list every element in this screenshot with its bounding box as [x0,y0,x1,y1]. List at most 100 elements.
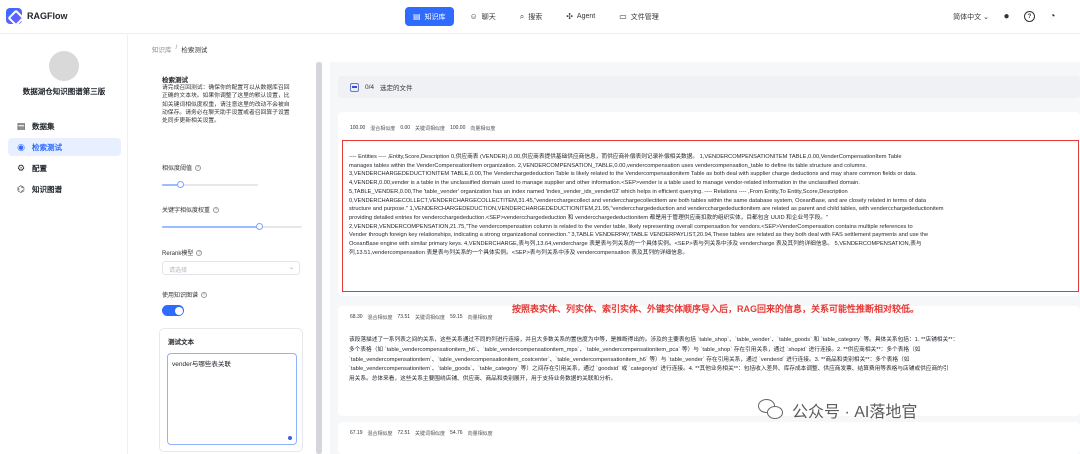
select-all-checkbox[interactable] [350,82,359,92]
user-settings-icon[interactable]: ◔ [1047,11,1058,22]
vector-score: 100.00 [450,125,466,131]
hybrid-score-label: 混合相似度 [370,126,396,132]
retrieval-test-icon: ◉ [17,141,25,152]
question-icon[interactable]: ? [201,291,208,298]
chevron-down-icon: ⌄ [288,265,294,271]
hybrid-score: 67.19 [350,430,363,436]
hybrid-score: 68.30 [350,314,363,320]
keyword-weight-label: 关键字相似度权重 ? [162,205,220,214]
breadcrumb-separator: / [175,44,178,51]
keyword-weight-slider[interactable] [162,222,302,232]
rerank-model-label: Rerank模型 ? [162,248,203,257]
vector-score-label: 向量相似度 [467,315,493,321]
nav-label: Agent [576,13,596,20]
sidebar-item-config[interactable]: ⚙ 配置 [8,159,121,177]
chat-icon: ☺ [469,12,478,21]
selected-files-label: 选定的文件 [380,85,413,92]
github-icon[interactable]: ● [1001,11,1012,22]
slider-handle[interactable] [177,181,184,188]
kb-name: 数据湖仓知识图谱第三版 [22,87,106,96]
sidebar-item-label: 检索测试 [32,142,62,152]
field-label-text: 关键字相似度权重 [162,208,211,214]
kb-sidebar: 数据湖仓知识图谱第三版 ▤ 数据集 ◉ 检索测试 ⚙ 配置 ⌬ 知识图谱 [0,35,128,454]
question-icon[interactable]: ? [213,206,220,213]
help-icon[interactable]: ? [1024,11,1035,22]
use-kg-toggle[interactable] [162,305,184,316]
chunk-line: 多个表格（如 `table_vendercompensationitem_h6`… [349,346,921,353]
nav-label: 文件管理 [630,13,659,21]
app-name: RAGFlow [27,11,68,21]
chunk-scores: 67.19 混合相似度 72.51 关键词相似度 54.76 向量相似度 [350,430,493,437]
chunk-card[interactable]: 68.30 混合相似度 73.51 关键词相似度 59.15 向量相似度 该段落… [338,306,1080,416]
knowledge-graph-icon: ⌬ [17,183,25,194]
similarity-threshold-slider[interactable] [162,180,258,190]
keyword-score: 0.00 [400,125,411,131]
breadcrumb-current: 检索测试 [181,47,208,54]
vector-score: 54.76 [450,430,463,436]
annotation-text: 按照表实体、列实体、索引实体、外键实体顺序导入后，RAG回来的信息，关系可能性推… [512,304,920,314]
language-label: 简体中文 [953,13,982,21]
question-icon[interactable]: ? [196,249,203,256]
nav-file-management[interactable]: ▭ 文件管理 [611,7,667,26]
breadcrumb: 知识库 / 检索测试 [152,44,207,54]
select-placeholder: 请选择 [169,268,188,274]
scrollbar-thumb[interactable] [316,62,322,454]
keyword-score-label: 关键词相似度 [415,315,446,321]
test-text-input[interactable]: vender与哪些表关联 [167,353,297,445]
sidebar-item-retrieval-test[interactable]: ◉ 检索测试 [8,138,121,156]
slider-handle[interactable] [256,223,263,230]
top-nav-bar: RAGFlow ▤ 知识库 ☺ 聊天 ⌕ 搜索 ✣ Agent ▭ 文件管理 简… [0,0,1080,34]
nav-label: 搜索 [528,13,543,21]
test-text-title: 测试文本 [168,339,194,346]
highlight-box [342,140,1079,292]
field-label-text: Rerank模型 [162,251,194,257]
chunk-scores: 68.30 混合相似度 73.51 关键词相似度 59.15 向量相似度 [350,314,493,321]
chevron-down-icon: ⌄ [983,13,989,21]
nav-search[interactable]: ⌕ 搜索 [512,7,550,26]
keyword-score: 72.51 [397,430,411,436]
nav-knowledge-base[interactable]: ▤ 知识库 [405,7,454,26]
breadcrumb-root[interactable]: 知识库 [152,44,172,54]
vector-score-label: 向量相似度 [470,126,496,132]
app-logo[interactable]: RAGFlow [6,8,68,24]
sidebar-item-label: 知识图谱 [32,184,62,194]
nav-chat[interactable]: ☺ 聊天 [462,7,504,26]
chunk-content: 该段落描述了一系列表之间的关系，这些关系通过不同的列进行连接，并且大多数关系的置… [349,336,958,385]
kb-menu: ▤ 数据集 ◉ 检索测试 ⚙ 配置 ⌬ 知识图谱 [8,117,121,201]
wechat-icon [758,399,784,421]
nav-label: 知识库 [424,13,446,21]
question-icon[interactable]: ? [195,164,202,171]
nav-agent[interactable]: ✣ Agent [558,7,603,26]
sidebar-item-dataset[interactable]: ▤ 数据集 [8,117,121,135]
resize-handle[interactable] [288,436,292,440]
retrieval-settings-panel: 检索测试 请完成召回测试：确保你的配置可以从数据库召回正确的文本块。如果你调整了… [152,62,310,454]
search-icon: ⌕ [519,11,525,21]
settings-scrollbar[interactable] [316,62,322,454]
field-label-text: 使用知识图谱 [162,293,199,299]
sidebar-item-label: 配置 [32,163,47,173]
agent-icon: ✣ [566,12,573,21]
sidebar-item-knowledge-graph[interactable]: ⌬ 知识图谱 [8,180,121,198]
selected-files-bar[interactable]: 0/4 选定的文件 [338,76,1080,98]
vector-score: 59.15 [450,314,463,320]
chunk-card[interactable]: 67.19 混合相似度 72.51 关键词相似度 54.76 向量相似度 [338,422,1080,454]
database-icon: ▤ [413,12,421,21]
nav-label: 聊天 [481,13,496,21]
chunk-line: 该段落描述了一系列表之间的关系，这些关系通过不同的列进行连接，并且大多数关系的置… [349,337,959,343]
similarity-threshold-label: 相似度阈值 ? [162,163,202,172]
use-kg-label: 使用知识图谱 ? [162,290,208,299]
gear-icon: ⚙ [16,162,26,173]
keyword-score-label: 关键词相似度 [415,126,446,132]
rerank-model-select[interactable]: 请选择 ⌄ [162,261,300,275]
main-nav: ▤ 知识库 ☺ 聊天 ⌕ 搜索 ✣ Agent ▭ 文件管理 [405,7,667,26]
chunk-line: 用关系。总体来看，这些关系主要围绕店铺、供应商、商品和类别展开，用于支持业务数据… [349,376,617,383]
selected-count: 0/4 [365,83,375,91]
test-text-value: vender与哪些表关联 [172,361,231,368]
language-select[interactable]: 简体中文 ⌄ [953,12,989,22]
kb-avatar [49,51,79,81]
test-text-card: 测试文本 vender与哪些表关联 [159,328,303,452]
chunk-line: `table_vendercompensationitem`、`table_go… [349,366,949,373]
ragflow-logo-icon [6,8,22,24]
keyword-score: 73.51 [397,314,411,320]
file-icon: ▭ [619,12,627,21]
